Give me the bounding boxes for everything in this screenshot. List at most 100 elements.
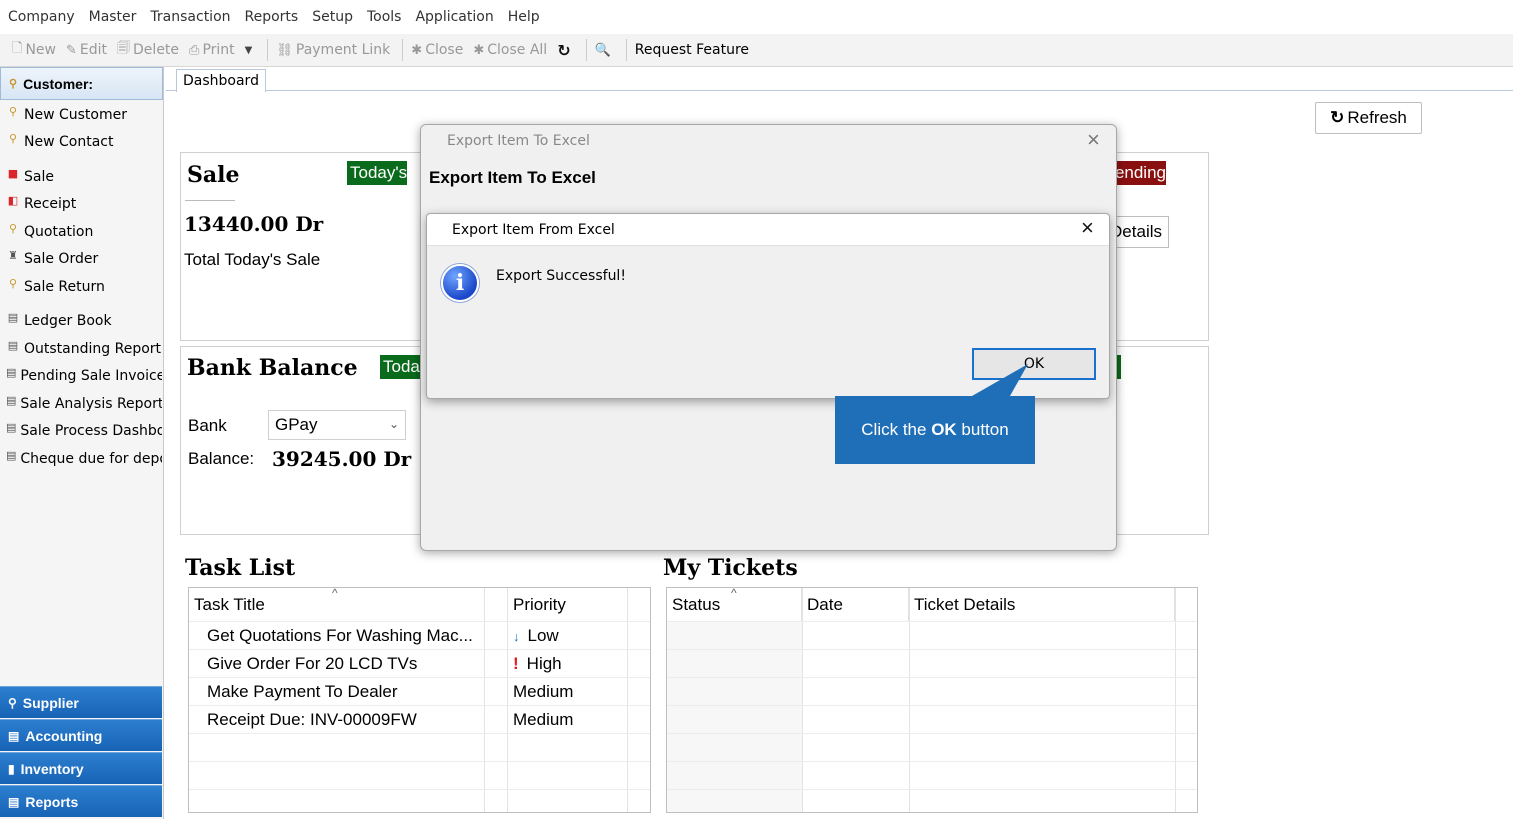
table-row <box>667 789 1197 812</box>
menu-master[interactable]: Master <box>89 9 137 25</box>
balance-value: 39245.00 Dr <box>272 447 412 471</box>
report-icon: ▤ <box>6 423 17 434</box>
toolbar-separator <box>585 39 587 61</box>
sidebar-item-sale-return[interactable]: ⚲ Sale Return <box>6 279 162 295</box>
callout-suffix: button <box>956 420 1009 439</box>
toolbar: 🗋 New ✎ Edit 🗐 Delete ⎙ Print ▼ ⛓ Payment Lin… <box>0 34 1513 67</box>
bank-label: Bank <box>188 416 227 435</box>
sidebar-item-label: Sale <box>24 169 54 185</box>
sidebar-item-cheque-due[interactable]: ▤Cheque due for deposit <box>6 451 162 467</box>
sidebar-item-new-contact[interactable]: ⚲ New Contact <box>6 134 162 150</box>
receipt-icon: ◧ <box>7 196 19 207</box>
bank-select[interactable]: GPay ⌄ <box>268 410 406 440</box>
payment-link-button[interactable]: ⛓ Payment Link <box>276 42 390 58</box>
reports-icon: ▤ <box>8 794 20 809</box>
close-button[interactable]: ✱ Close <box>411 42 463 58</box>
sidebar-item-sale[interactable]: ■ Sale <box>6 169 162 185</box>
sidebar-category-supplier[interactable]: ⚲ Supplier <box>0 686 162 718</box>
inventory-icon: ▮ <box>8 761 15 776</box>
menu-transaction[interactable]: Transaction <box>150 9 230 25</box>
sidebar-item-receipt[interactable]: ◧ Receipt <box>6 196 162 212</box>
table-row[interactable]: Make Payment To Dealer Medium <box>189 677 650 705</box>
sidebar-category-accounting[interactable]: ▤ Accounting <box>0 719 162 751</box>
callout-pointer <box>972 364 1028 396</box>
print-dropdown[interactable]: ▼ <box>245 45 256 56</box>
category-label: Accounting <box>25 727 103 744</box>
priority-cell: ! High <box>513 650 623 678</box>
task-title-cell: Give Order For 20 LCD TVs <box>207 654 418 673</box>
toolbar-separator <box>625 39 627 61</box>
menu-application[interactable]: Application <box>415 9 493 25</box>
printer-icon: ⎙ <box>189 42 200 58</box>
sale-icon: ■ <box>7 169 19 180</box>
category-label: Reports <box>25 793 79 810</box>
sort-ascending-icon: ^ <box>731 587 737 600</box>
sidebar-header-customer[interactable]: ⚲ Customer: <box>0 67 163 100</box>
delete-icon: 🗐 <box>117 41 131 56</box>
sidebar-item-sale-order[interactable]: ♜ Sale Order <box>6 251 162 267</box>
close-all-button[interactable]: ✱ Close All <box>473 42 547 58</box>
details-button[interactable]: Details <box>1108 216 1169 248</box>
dialog-close-button[interactable]: × <box>1087 127 1100 153</box>
date-header[interactable]: Date <box>802 588 909 621</box>
print-label: Print <box>202 42 235 58</box>
report-icon: ▤ <box>6 451 17 462</box>
new-button[interactable]: 🗋 New <box>12 39 56 61</box>
menu-company[interactable]: Company <box>8 9 75 25</box>
sort-ascending-icon: ^ <box>332 587 338 600</box>
request-feature-button[interactable]: Request Feature <box>635 42 749 58</box>
sidebar-category-inventory[interactable]: ▮ Inventory <box>0 752 162 784</box>
menu-tools[interactable]: Tools <box>367 9 402 25</box>
sidebar-item-outstanding-report[interactable]: ▤ Outstanding Report <box>6 341 162 357</box>
table-row[interactable]: Receipt Due: INV-00009FW Medium <box>189 705 650 733</box>
table-row[interactable]: Give Order For 20 LCD TVs ! High <box>189 649 650 677</box>
menu-reports[interactable]: Reports <box>245 9 299 25</box>
sidebar-item-ledger-book[interactable]: ▤ Ledger Book <box>6 313 162 329</box>
refresh-button[interactable]: ↻ Refresh <box>1315 102 1422 134</box>
sidebar-category-reports[interactable]: ▤ Reports <box>0 785 162 817</box>
sidebar-item-label: Sale Order <box>24 251 99 267</box>
category-label: Supplier <box>22 694 79 711</box>
sale-amount: 13440.00 Dr <box>184 212 324 236</box>
priority-header[interactable]: Priority <box>508 588 628 621</box>
column-header-label: Priority <box>513 594 566 614</box>
search-button[interactable]: 🔍 <box>595 43 614 58</box>
sidebar-item-sale-analysis-report[interactable]: ▤ Sale Analysis Report <box>6 396 162 412</box>
close-icon: × <box>1081 215 1094 240</box>
payment-link-label: Payment Link <box>295 42 391 58</box>
column-header-label: Task Title <box>194 594 265 614</box>
ticket-details-header[interactable]: Ticket Details <box>909 588 1175 621</box>
task-title-header[interactable]: Task Title ^ <box>189 588 485 621</box>
status-header[interactable]: Status ^ <box>667 588 802 621</box>
sidebar-item-label: Receipt <box>24 196 77 212</box>
dialog-window-title: Export Item To Excel <box>447 133 590 149</box>
request-feature-label: Request Feature <box>634 42 750 58</box>
person-icon: ⚲ <box>8 107 18 118</box>
sidebar-item-quotation[interactable]: ⚲ Quotation <box>6 224 162 240</box>
sidebar-item-pending-sale-invoices[interactable]: ▤ Pending Sale Invoices <box>6 368 162 384</box>
task-title-cell: Receipt Due: INV-00009FW <box>207 710 417 729</box>
sale-caption: Total Today's Sale <box>184 250 321 269</box>
reload-button[interactable]: ↻ <box>557 41 573 60</box>
new-document-icon: 🗋 <box>12 41 23 56</box>
print-button[interactable]: ⎙ Print <box>189 42 235 58</box>
callout-bold: OK <box>931 420 957 439</box>
sidebar-item-label: Pending Sale Invoices <box>20 368 162 384</box>
menu-bar: Company Master Transaction Reports Setup… <box>0 0 1513 34</box>
sidebar-header-label: Customer: <box>23 75 94 92</box>
menu-help[interactable]: Help <box>508 9 540 25</box>
dialog-close-button[interactable]: × <box>1081 215 1094 241</box>
sidebar-item-sale-process-dashboard[interactable]: ▤Sale Process Dashboard <box>6 423 162 439</box>
pending-badge-text: Pending <box>1110 163 1166 182</box>
refresh-label: Refresh <box>1347 108 1407 127</box>
tab-dashboard[interactable]: Dashboard <box>176 69 266 92</box>
delete-button[interactable]: 🗐 Delete <box>117 39 179 61</box>
edit-button[interactable]: ✎ Edit <box>66 42 107 58</box>
close-all-icon: ✱ <box>473 42 485 58</box>
table-row <box>189 789 650 812</box>
sidebar-item-new-customer[interactable]: ⚲ New Customer <box>6 107 162 123</box>
refresh-icon: ↻ <box>1330 108 1345 127</box>
close-label: Close <box>425 42 464 58</box>
menu-setup[interactable]: Setup <box>312 9 353 25</box>
table-row[interactable]: Get Quotations For Washing Mac... ↓ Low <box>189 621 650 649</box>
